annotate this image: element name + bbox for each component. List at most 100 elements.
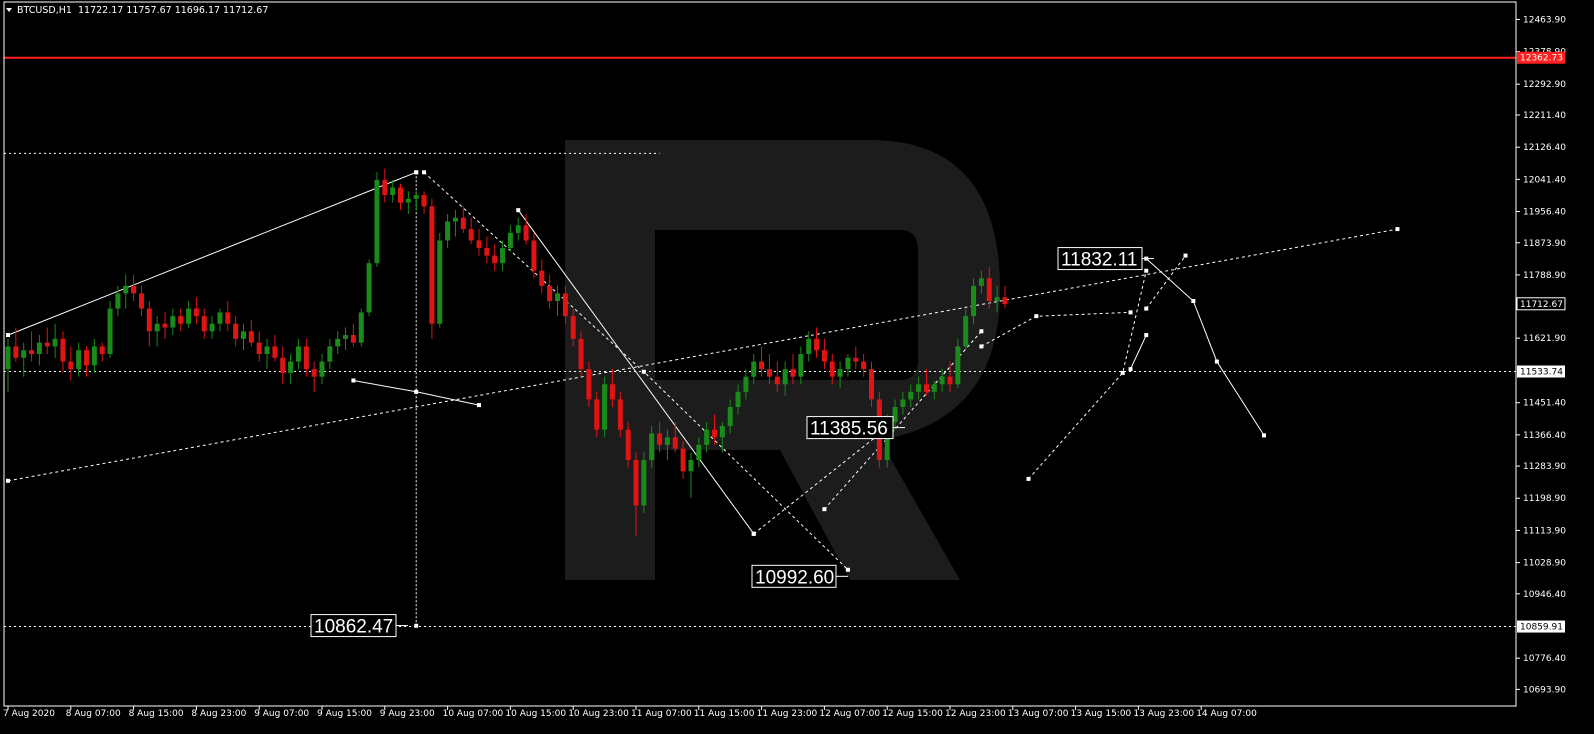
price-tick-label: 11873.90 (1523, 239, 1566, 249)
time-tick-label: 14 Aug 07:00 (1196, 709, 1257, 719)
candle-body (91, 346, 97, 366)
candle-body (5, 346, 11, 370)
candle-body (295, 346, 301, 362)
candle-body (492, 255, 498, 264)
price-tag-label: 10859.91 (1520, 623, 1563, 633)
candle-body (617, 399, 623, 430)
candle-body (515, 225, 521, 233)
price-tick-label: 11283.90 (1523, 462, 1566, 472)
candle-body (186, 308, 192, 324)
candle-body (366, 263, 372, 313)
time-tick-label: 9 Aug 23:00 (380, 709, 435, 719)
candle-body (350, 335, 356, 343)
candle-body (21, 350, 27, 358)
candle-body (531, 240, 537, 271)
candle-body (123, 285, 129, 294)
time-tick-label: 11 Aug 07:00 (631, 709, 692, 719)
candle-body (233, 323, 239, 339)
forecast-line (1145, 258, 1265, 436)
candle-body (178, 316, 184, 324)
candle-body (766, 369, 772, 377)
candle-body (625, 429, 631, 460)
time-tick-label: 10 Aug 23:00 (568, 709, 629, 719)
candle-body (641, 459, 647, 506)
collapse-triangle-icon[interactable] (6, 8, 12, 12)
price-callout-label: 10862.47 (314, 617, 393, 638)
candle-body (657, 433, 663, 445)
anchor-point (1395, 227, 1400, 232)
candle-body (712, 429, 717, 438)
candle-body (201, 316, 207, 332)
time-tick-label: 12 Aug 23:00 (945, 709, 1006, 719)
price-tag-label: 11533.74 (1520, 368, 1563, 378)
candle-body (806, 338, 812, 354)
price-callout-label: 10992.60 (755, 567, 834, 588)
candle-body (500, 248, 506, 264)
candle-body (672, 437, 678, 449)
candle-body (649, 433, 655, 460)
candle-body (704, 429, 710, 445)
candle-body (154, 323, 160, 332)
candle-body (586, 369, 592, 400)
candle-body (29, 350, 35, 354)
price-tick-label: 11956.40 (1523, 208, 1566, 218)
candle-body (374, 179, 380, 264)
candle-body (790, 369, 796, 377)
candle-body (68, 361, 74, 370)
time-axis: 7 Aug 2020 8 Aug 07:00 8 Aug 15:00 8 Aug 23… (3, 706, 1257, 719)
anchor-point (1144, 333, 1149, 338)
anchor-point (414, 623, 419, 628)
candle-body (358, 312, 364, 343)
anchor-point (1034, 314, 1039, 319)
candle-body (916, 384, 922, 392)
anchor-point (414, 170, 419, 175)
candle-body (84, 350, 89, 366)
anchor-point (1128, 367, 1133, 372)
anchor-point (751, 531, 756, 536)
candle-body (193, 308, 199, 317)
anchor-point (979, 344, 984, 349)
anchor-point (1144, 306, 1149, 311)
time-tick-label: 10 Aug 07:00 (443, 709, 504, 719)
price-tick-label: 11788.90 (1523, 271, 1566, 281)
candle-body (814, 338, 820, 351)
candle-body (971, 285, 977, 317)
time-tick-label: 9 Aug 15:00 (317, 709, 372, 719)
minor-dashed (981, 311, 1131, 347)
anchor-point (641, 369, 646, 374)
candle-body (60, 338, 66, 362)
candle-body (13, 346, 19, 358)
price-tick-label: 12041.40 (1523, 175, 1566, 185)
candle-body (664, 437, 670, 445)
candle-body (774, 376, 780, 385)
candle-body (751, 361, 757, 377)
header: BTCUSD,H1 11722.17 11757.67 11696.17 117… (6, 5, 268, 16)
candle-body (963, 316, 969, 347)
time-tick-label: 13 Aug 15:00 (1071, 709, 1132, 719)
price-tick-label: 12211.40 (1523, 111, 1566, 121)
candle-body (978, 278, 984, 286)
candle-body (594, 399, 600, 430)
candle-body (99, 346, 105, 354)
candle-body (452, 217, 458, 222)
candle-body (445, 221, 451, 241)
price-tick-label: 11451.40 (1523, 399, 1566, 409)
price-tick-label: 11028.90 (1523, 559, 1566, 569)
anchor-point (477, 403, 481, 408)
candle-body (107, 308, 113, 354)
price-tick-label: 11621.90 (1523, 334, 1566, 344)
anchor-point (1120, 370, 1125, 375)
candle-body (413, 195, 419, 199)
candle-body (335, 338, 341, 347)
candle-body (578, 338, 584, 370)
candle-body (688, 459, 694, 472)
candle-body (52, 338, 58, 347)
time-tick-label: 9 Aug 07:00 (254, 709, 309, 719)
candle-body (845, 357, 851, 370)
candle-body (327, 346, 333, 362)
price-tick-label: 11366.40 (1523, 431, 1566, 441)
price-tick-label: 10693.90 (1523, 685, 1566, 695)
candle-body (405, 198, 411, 203)
candle-body (735, 391, 741, 407)
time-tick-label: 11 Aug 23:00 (757, 709, 818, 719)
